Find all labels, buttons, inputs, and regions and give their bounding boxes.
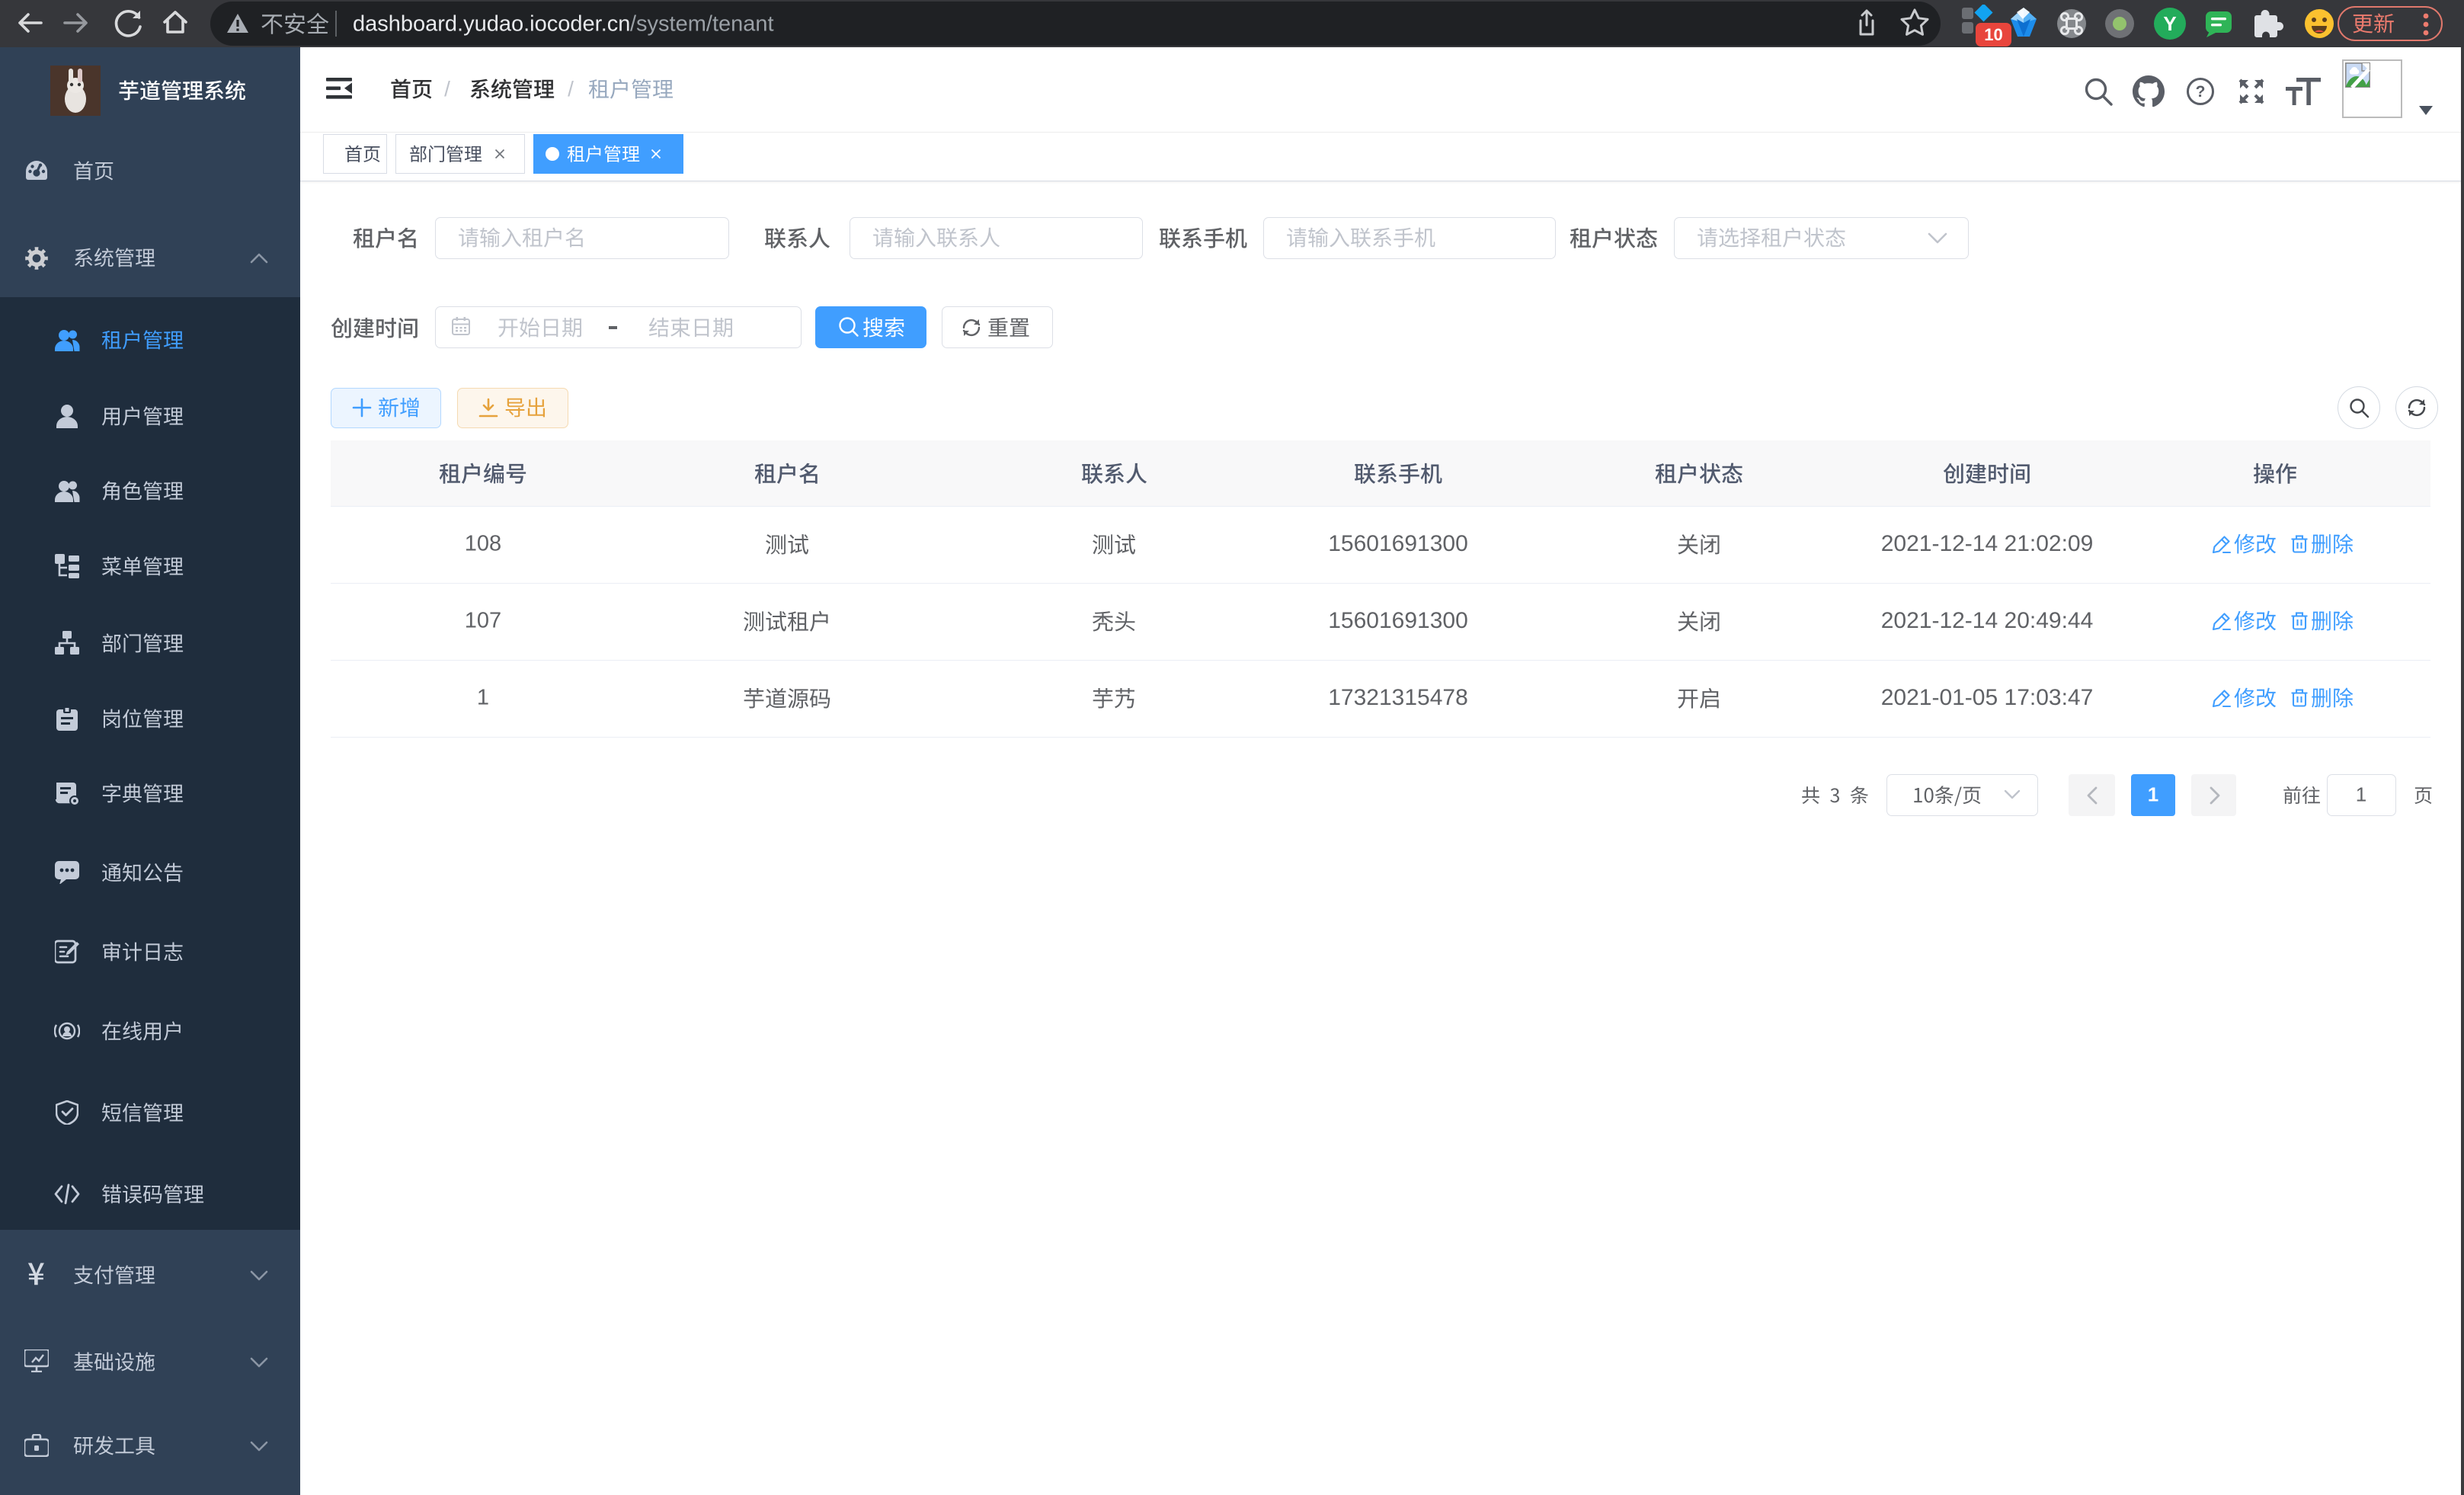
- svg-text:?: ?: [2196, 83, 2206, 101]
- svg-text:Y: Y: [2163, 12, 2176, 35]
